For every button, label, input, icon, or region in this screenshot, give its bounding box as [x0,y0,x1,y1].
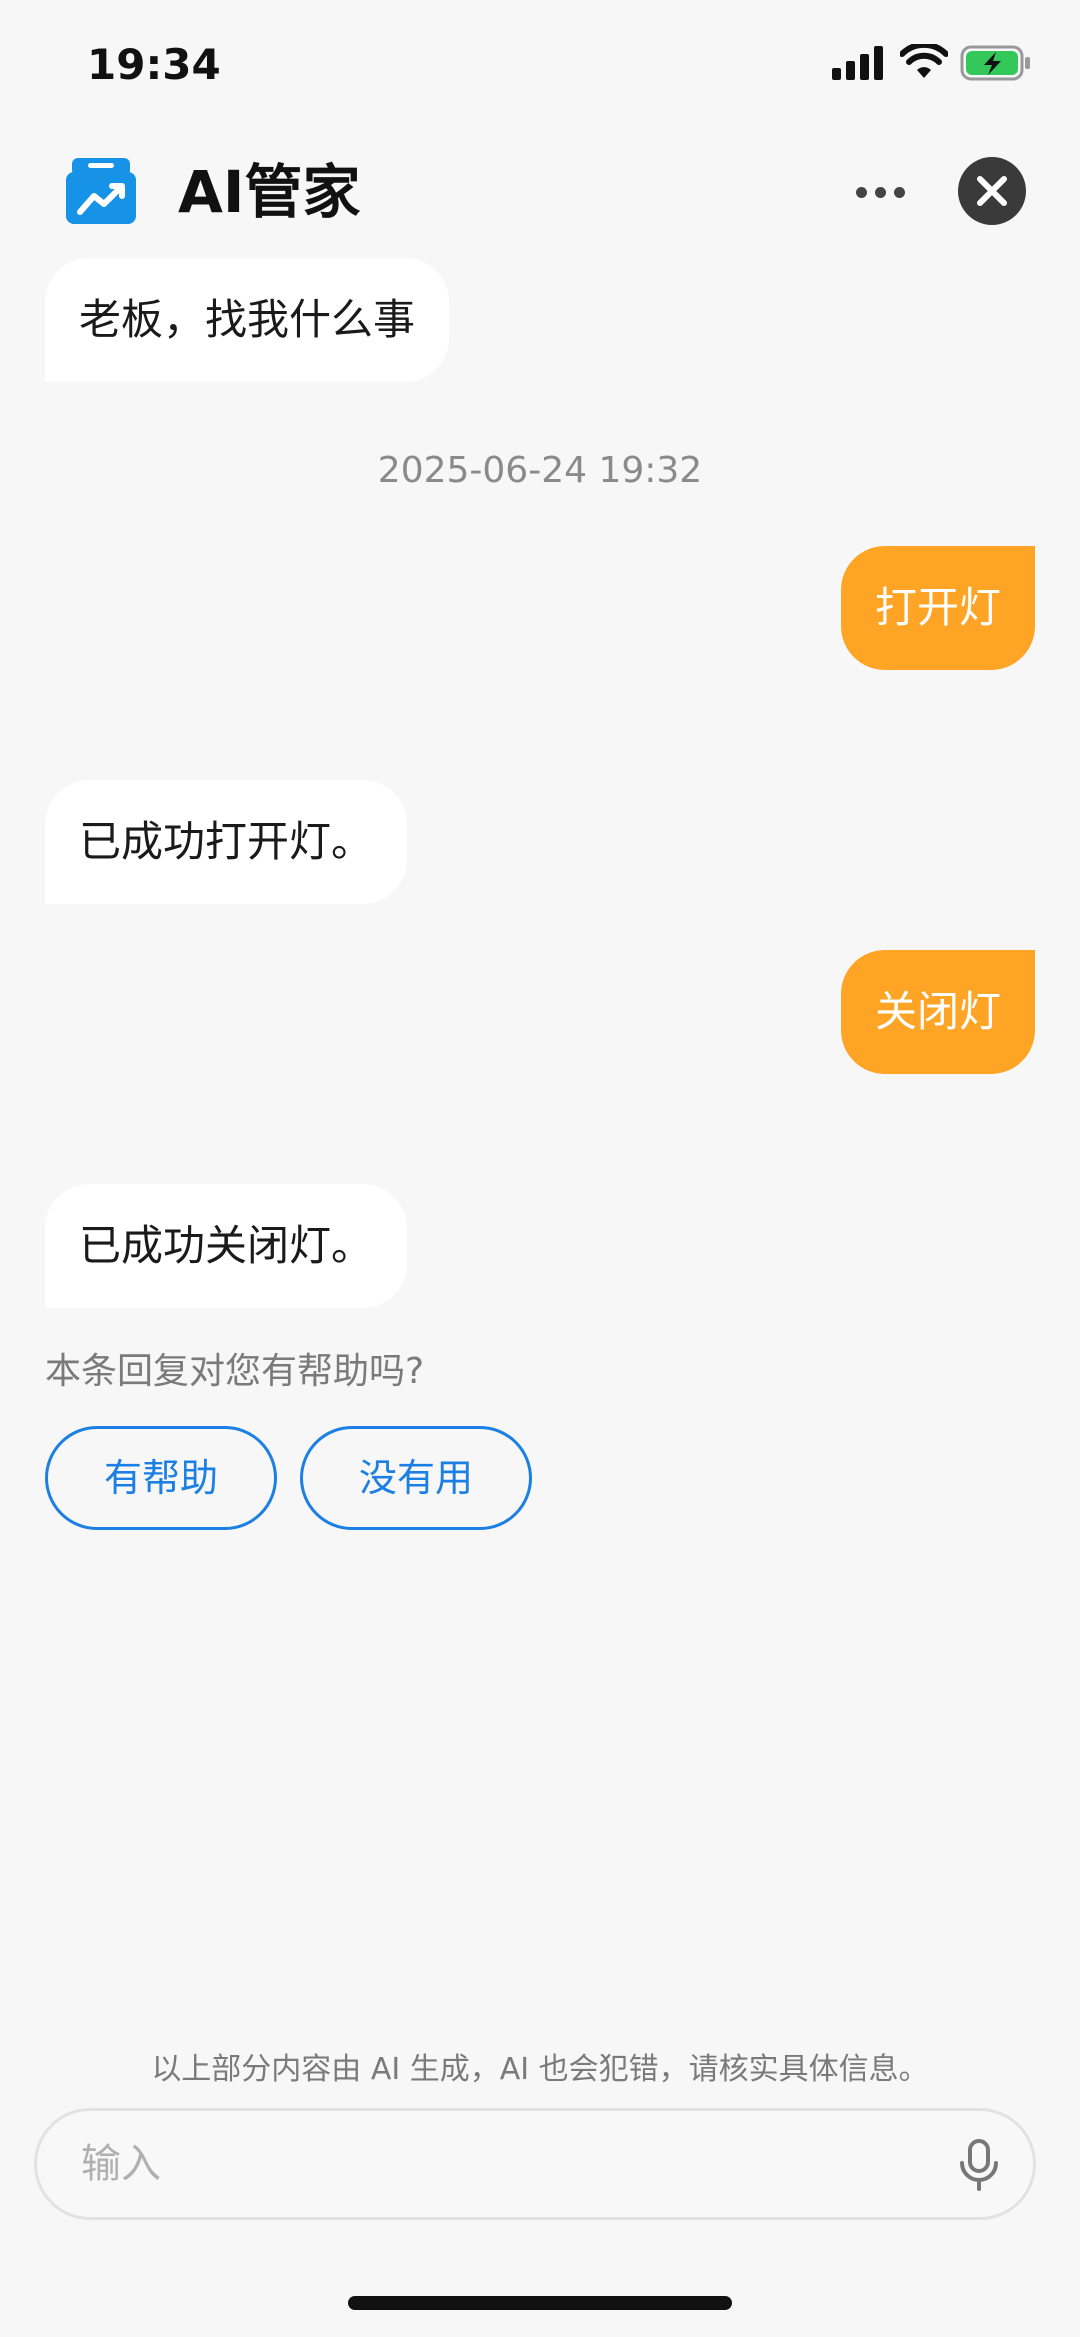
battery-charging-icon [960,45,1030,81]
more-dot [893,186,905,198]
more-dots-icon [855,186,867,198]
close-icon [977,176,1007,206]
more-button[interactable] [848,160,912,224]
home-indicator[interactable] [348,2296,732,2310]
unhelpful-button[interactable]: 没有用 [300,1426,532,1530]
chat-timestamp: 2025-06-24 19:32 [377,450,703,491]
more-dot [874,186,886,198]
box-chart-logo-icon [66,158,136,224]
helpful-button[interactable]: 有帮助 [45,1426,277,1530]
user-message-bubble: 打开灯 [840,546,1035,670]
wifi-icon [900,44,948,78]
chat-screen: 19:34 AI管家 老板，找我什么事 2025-06-24 19:32 打开灯… [0,0,1080,2337]
user-message-bubble: 关闭灯 [840,950,1035,1074]
signal-icon [832,46,883,80]
message-input[interactable] [81,2111,921,2217]
ai-disclaimer: 以上部分内容由 AI 生成，AI 也会犯错，请核实具体信息。 [151,2052,929,2087]
ai-message-bubble: 已成功打开灯。 [45,780,408,904]
microphone-icon[interactable] [957,2139,1001,2191]
close-button[interactable] [958,157,1026,225]
feedback-question: 本条回复对您有帮助吗? [45,1351,425,1392]
ai-message-bubble: 已成功关闭灯。 [45,1184,408,1308]
message-input-bar [34,2108,1036,2220]
status-time: 19:34 [87,40,221,89]
app-title: AI管家 [178,158,361,226]
ai-greeting-bubble: 老板，找我什么事 [45,258,450,382]
